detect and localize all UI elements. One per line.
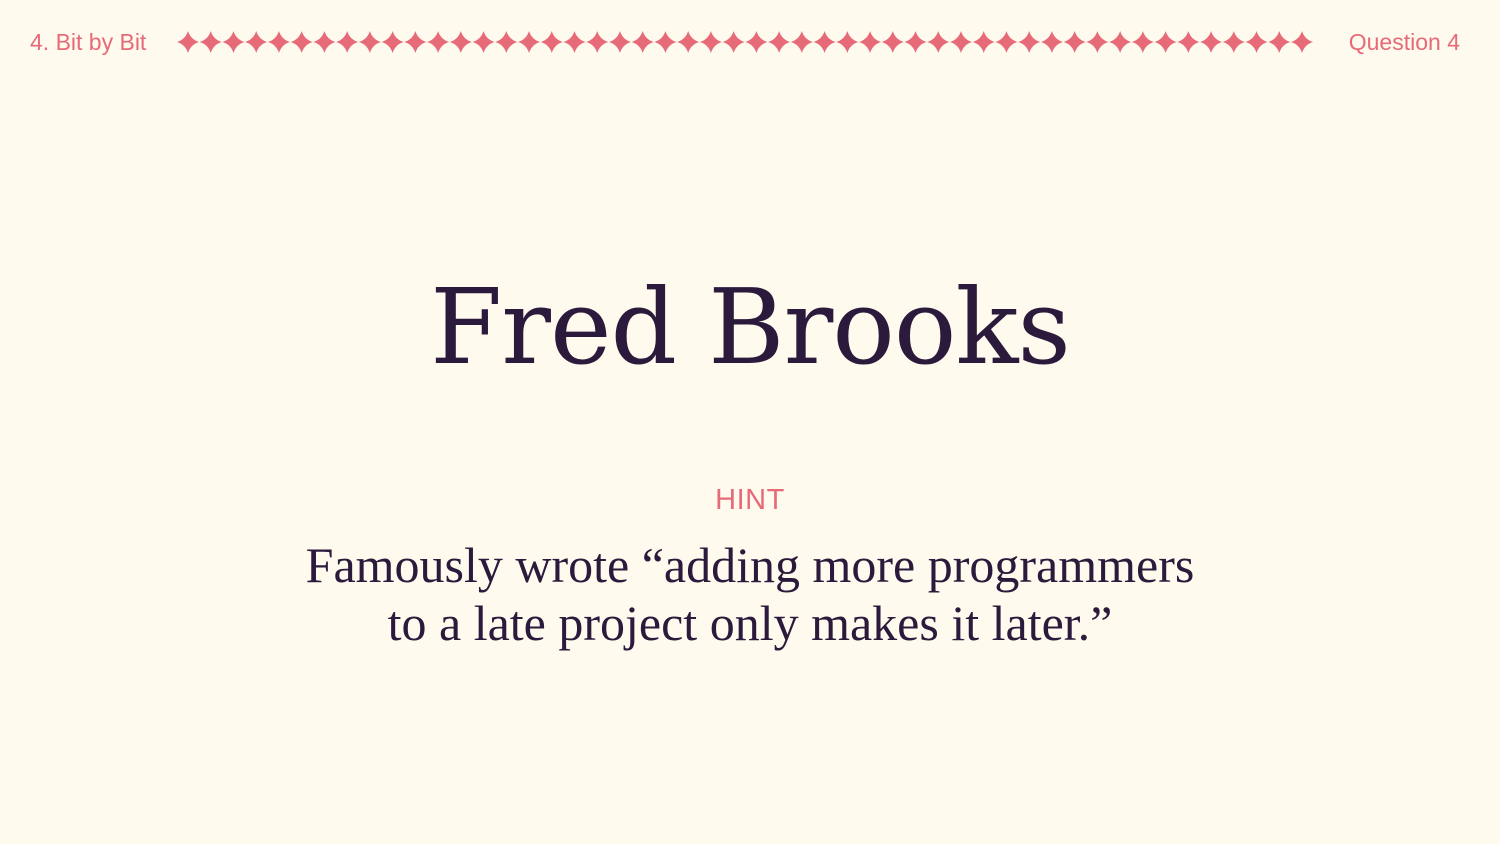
star-icon xyxy=(427,31,450,53)
star-icon xyxy=(358,31,381,53)
star-icon xyxy=(222,31,245,53)
hint-line: to a late project only makes it later.” xyxy=(387,595,1113,651)
star-icon xyxy=(745,31,768,53)
star-icon xyxy=(631,31,654,53)
star-icon xyxy=(472,31,495,53)
star-icon xyxy=(881,31,904,53)
hint-line: Famously wrote “adding more programmers xyxy=(305,537,1195,593)
star-icon xyxy=(563,31,586,53)
star-icon xyxy=(177,31,199,53)
star-icon xyxy=(995,31,1018,53)
star-icon xyxy=(1040,31,1063,53)
star-icon xyxy=(654,31,677,53)
star-icon xyxy=(495,31,518,53)
header-bar: 4. Bit by Bit Question 4 xyxy=(0,24,1500,60)
star-icon xyxy=(608,31,631,53)
star-icon xyxy=(313,31,336,53)
question-number: Question 4 xyxy=(1348,29,1460,55)
hint-label: HINT xyxy=(715,484,785,516)
star-icon xyxy=(722,31,745,53)
star-icon xyxy=(1245,31,1268,53)
star-icon xyxy=(972,31,995,53)
star-icon xyxy=(1222,31,1245,53)
hint-text: Famously wrote “adding more programmers … xyxy=(250,536,1250,652)
star-icon xyxy=(1131,31,1154,53)
star-icon xyxy=(927,31,950,53)
star-icon xyxy=(1063,31,1086,53)
star-icon xyxy=(245,31,268,53)
star-icon xyxy=(790,31,813,53)
star-icon xyxy=(540,31,563,53)
answer-title: Fred Brooks xyxy=(430,266,1071,388)
star-icon xyxy=(586,31,609,53)
star-icon xyxy=(518,31,541,53)
star-icon xyxy=(336,31,359,53)
star-icon xyxy=(1200,31,1223,53)
star-icon xyxy=(1154,31,1177,53)
star-icon xyxy=(836,31,859,53)
star-icon xyxy=(267,31,290,53)
star-icon xyxy=(1268,31,1291,53)
star-icon xyxy=(813,31,836,53)
star-icon xyxy=(199,31,222,53)
star-icon xyxy=(290,31,313,53)
star-icon xyxy=(859,31,882,53)
star-icon xyxy=(949,31,972,53)
star-icon xyxy=(404,31,427,53)
star-icon xyxy=(1291,31,1313,53)
star-icon xyxy=(768,31,791,53)
star-icon xyxy=(904,31,927,53)
star-icon xyxy=(381,31,404,53)
section-title: 4. Bit by Bit xyxy=(30,29,147,55)
star-icon xyxy=(449,31,472,53)
star-icon xyxy=(699,31,722,53)
star-icon xyxy=(677,31,700,53)
star-icon xyxy=(1109,31,1132,53)
star-icon xyxy=(1177,31,1200,53)
star-divider xyxy=(177,31,1313,53)
star-icon xyxy=(1018,31,1041,53)
star-icon xyxy=(1086,31,1109,53)
